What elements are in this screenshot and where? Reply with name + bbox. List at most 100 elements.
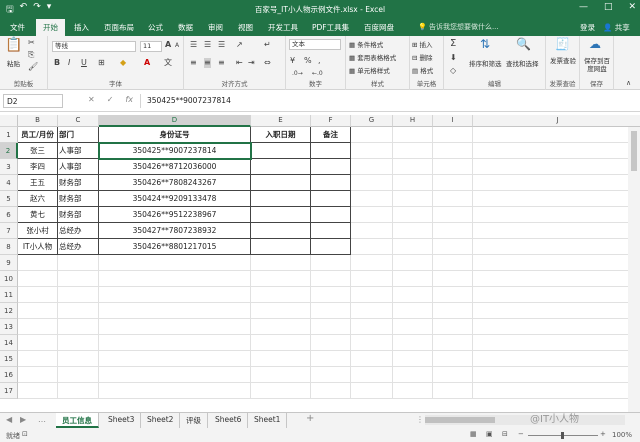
cell-j13[interactable] (473, 319, 640, 335)
cloud-save-icon[interactable]: ☁ (589, 38, 601, 50)
cell-e9[interactable] (251, 255, 311, 271)
autosum-icon[interactable]: Σ (450, 39, 456, 49)
cell-g7[interactable] (351, 223, 393, 239)
cell-d5[interactable]: 350424**9209133478 (99, 191, 251, 207)
tab-view[interactable]: 视图 (238, 22, 253, 33)
cell-i16[interactable] (433, 367, 473, 383)
cell-c15[interactable] (58, 351, 99, 367)
cell-f5[interactable] (311, 191, 351, 207)
minimize-button[interactable]: — (579, 2, 588, 12)
italic-button[interactable]: I (68, 58, 70, 68)
cell-h15[interactable] (393, 351, 433, 367)
cell-f4[interactable] (311, 175, 351, 191)
cell-j5[interactable] (473, 191, 640, 207)
grow-font-icon[interactable]: A (165, 40, 171, 50)
cell-h8[interactable] (393, 239, 433, 255)
cell-j11[interactable] (473, 287, 640, 303)
sort-filter-label[interactable]: 排序和筛选 (469, 58, 502, 68)
cell-b6[interactable]: 黄七 (18, 207, 58, 223)
collapse-ribbon-icon[interactable]: ∧ (626, 78, 631, 88)
cell-c10[interactable] (58, 271, 99, 287)
cell-g17[interactable] (351, 383, 393, 399)
column-header-i[interactable]: I (433, 115, 473, 127)
cell-f17[interactable] (311, 383, 351, 399)
cell-c2[interactable]: 人事部 (58, 143, 99, 159)
font-name-select[interactable]: 等线 (52, 41, 136, 52)
cell-e1[interactable]: 入职日期 (251, 127, 311, 143)
cell-i9[interactable] (433, 255, 473, 271)
cell-i3[interactable] (433, 159, 473, 175)
cell-h7[interactable] (393, 223, 433, 239)
cell-c8[interactable]: 总经办 (58, 239, 99, 255)
cell-b17[interactable] (18, 383, 58, 399)
find-select-label[interactable]: 查找和选择 (506, 58, 539, 68)
column-header-d[interactable]: D (99, 115, 251, 127)
next-sheet-icon[interactable]: ▶ (20, 415, 26, 424)
cell-b12[interactable] (18, 303, 58, 319)
cell-f6[interactable] (311, 207, 351, 223)
column-header-g[interactable]: G (351, 115, 393, 127)
cell-f15[interactable] (311, 351, 351, 367)
cell-f9[interactable] (311, 255, 351, 271)
invoice-check-icon[interactable]: 🧾 (555, 38, 570, 50)
page-break-view-icon[interactable]: ⊟ (502, 430, 508, 438)
cell-e5[interactable] (251, 191, 311, 207)
format-as-table-button[interactable]: ▦ 套用表格格式 (349, 52, 396, 62)
tab-review[interactable]: 审阅 (208, 22, 223, 33)
cell-c11[interactable] (58, 287, 99, 303)
vertical-scroll-thumb[interactable] (631, 131, 637, 171)
cell-h17[interactable] (393, 383, 433, 399)
cell-c13[interactable] (58, 319, 99, 335)
zoom-level[interactable]: 100% (612, 431, 632, 439)
cell-i2[interactable] (433, 143, 473, 159)
cell-h10[interactable] (393, 271, 433, 287)
cell-styles-button[interactable]: ▦ 单元格样式 (349, 65, 390, 75)
cell-f8[interactable] (311, 239, 351, 255)
cell-d13[interactable] (99, 319, 251, 335)
row-header-3[interactable]: 3 (0, 159, 18, 175)
cell-f3[interactable] (311, 159, 351, 175)
cell-h16[interactable] (393, 367, 433, 383)
cell-h13[interactable] (393, 319, 433, 335)
phonetic-icon[interactable]: 文 (164, 58, 172, 68)
cell-b13[interactable] (18, 319, 58, 335)
border-icon[interactable]: ⊞ (98, 58, 105, 68)
orientation-icon[interactable]: ↗ (236, 40, 243, 50)
cell-e3[interactable] (251, 159, 311, 175)
row-header-2[interactable]: 2 (0, 143, 18, 159)
row-header-16[interactable]: 16 (0, 367, 18, 383)
percent-button[interactable]: % (304, 56, 312, 66)
cell-g3[interactable] (351, 159, 393, 175)
cell-i11[interactable] (433, 287, 473, 303)
column-header-f[interactable]: F (311, 115, 351, 127)
select-all-corner[interactable] (0, 115, 18, 127)
cell-i6[interactable] (433, 207, 473, 223)
page-layout-view-icon[interactable]: ▣ (486, 430, 493, 438)
row-header-1[interactable]: 1 (0, 127, 18, 143)
cell-j3[interactable] (473, 159, 640, 175)
align-right-icon[interactable]: ≡ (218, 58, 225, 68)
find-select-icon[interactable]: 🔍 (516, 38, 531, 50)
save-to-baidu-button[interactable]: 保存到百度网盘 (581, 57, 613, 73)
cell-c1[interactable]: 部门 (58, 127, 99, 143)
cell-e13[interactable] (251, 319, 311, 335)
cell-e10[interactable] (251, 271, 311, 287)
cell-c17[interactable] (58, 383, 99, 399)
tell-me-search[interactable]: 💡 告诉我您想要做什么... (418, 22, 499, 32)
cell-f11[interactable] (311, 287, 351, 303)
tab-developer[interactable]: 开发工具 (268, 22, 298, 33)
cell-b14[interactable] (18, 335, 58, 351)
cell-g13[interactable] (351, 319, 393, 335)
cell-e16[interactable] (251, 367, 311, 383)
decrease-indent-icon[interactable]: ⇤ (236, 58, 243, 68)
merge-center-icon[interactable]: ⇔ (264, 58, 271, 68)
cell-e15[interactable] (251, 351, 311, 367)
cell-i1[interactable] (433, 127, 473, 143)
currency-icon[interactable]: ¥ (290, 56, 295, 66)
cell-d14[interactable] (99, 335, 251, 351)
row-header-10[interactable]: 10 (0, 271, 18, 287)
align-middle-icon[interactable]: ☰ (204, 40, 211, 50)
cell-b15[interactable] (18, 351, 58, 367)
row-header-4[interactable]: 4 (0, 175, 18, 191)
cell-b3[interactable]: 李四 (18, 159, 58, 175)
